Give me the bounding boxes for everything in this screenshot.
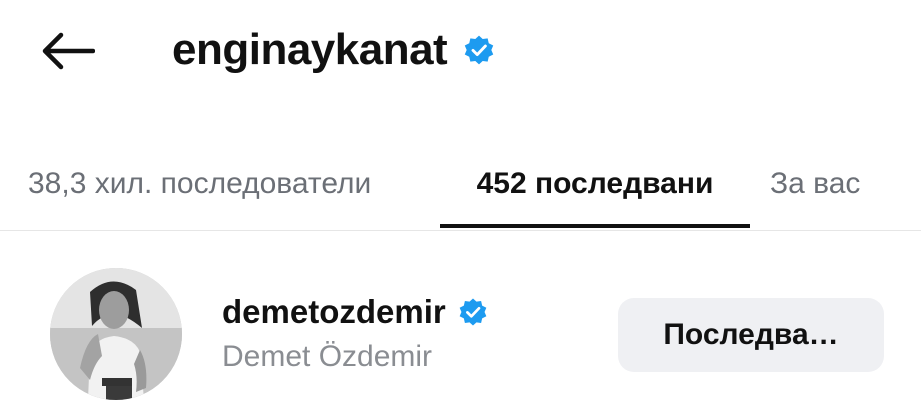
tab-divider xyxy=(0,230,921,231)
following-button[interactable]: Последва… xyxy=(618,298,884,372)
verified-badge-icon xyxy=(459,298,487,326)
top-bar: enginaykanat xyxy=(0,0,921,110)
active-tab-indicator xyxy=(440,224,750,228)
username-line: demetozdemir xyxy=(222,290,488,334)
tab-bar: 38,3 хил. последователи 452 последвани З… xyxy=(0,138,921,230)
profile-title: enginaykanat xyxy=(172,22,495,78)
avatar-photo xyxy=(50,268,182,400)
verified-badge-icon xyxy=(464,35,494,65)
arrow-left-icon xyxy=(42,32,95,70)
avatar[interactable] xyxy=(50,268,182,400)
profile-username: enginaykanat xyxy=(172,25,448,74)
tab-followers[interactable]: 38,3 хил. последователи xyxy=(28,138,410,230)
tab-for-you[interactable]: За вас xyxy=(770,138,900,230)
list-item-username[interactable]: demetozdemir xyxy=(222,293,446,331)
list-item[interactable]: demetozdemir Demet Özdemir Последва… xyxy=(0,262,921,402)
list-item-full-name: Demet Özdemir xyxy=(222,340,433,373)
back-button[interactable] xyxy=(36,26,98,76)
user-info: demetozdemir Demet Özdemir xyxy=(222,290,488,374)
tab-following[interactable]: 452 последвани xyxy=(440,138,750,230)
